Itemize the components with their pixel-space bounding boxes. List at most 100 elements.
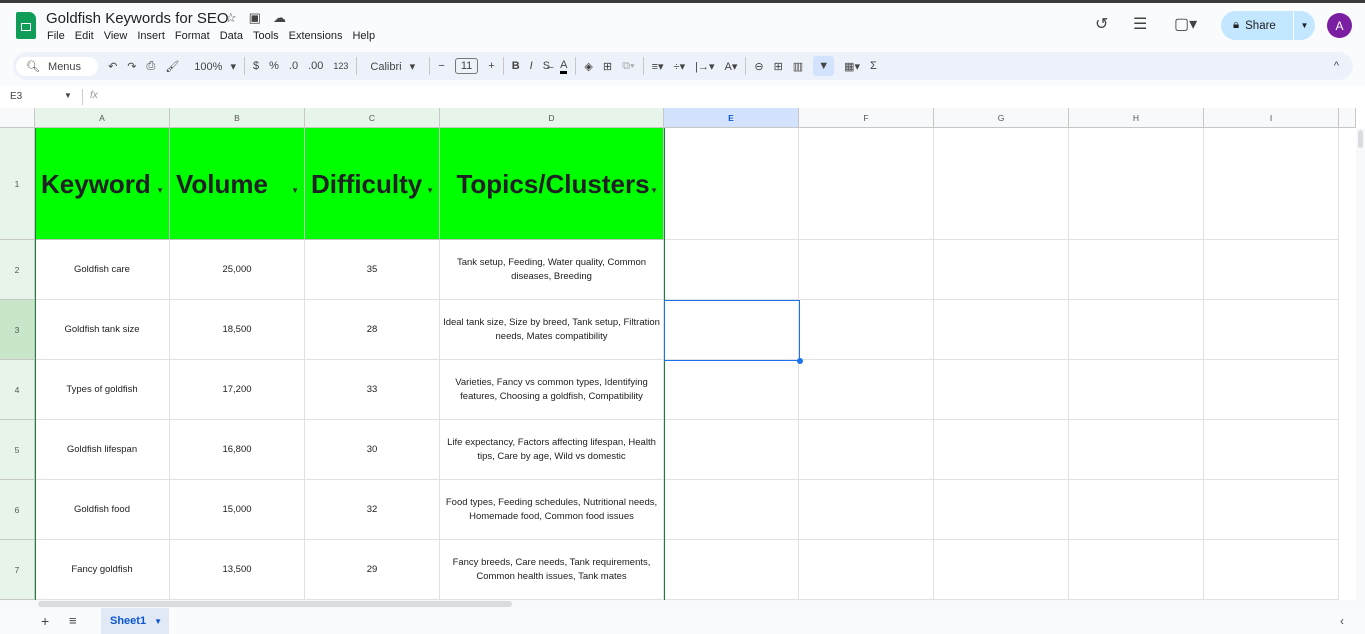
- cell-g5[interactable]: [934, 420, 1069, 480]
- cell-f2[interactable]: [799, 240, 934, 300]
- horizontal-align-icon[interactable]: ≡▾: [652, 60, 664, 73]
- cell-c4[interactable]: 33: [305, 360, 440, 420]
- strikethrough-icon[interactable]: S̶: [543, 60, 550, 72]
- share-button[interactable]: 🔒︎ Share ▼: [1221, 11, 1315, 40]
- print-icon[interactable]: ⎙: [147, 60, 156, 73]
- menu-extensions[interactable]: Extensions: [289, 30, 343, 42]
- cell-d7[interactable]: Fancy breeds, Care needs, Tank requireme…: [440, 540, 664, 600]
- menu-tools[interactable]: Tools: [253, 30, 279, 42]
- row-header-3[interactable]: 3: [0, 300, 35, 360]
- menu-file[interactable]: File: [47, 30, 65, 42]
- cell-e4[interactable]: [664, 360, 799, 420]
- menu-insert[interactable]: Insert: [137, 30, 165, 42]
- row-header-1[interactable]: 1: [0, 128, 35, 240]
- header-cell-b[interactable]: Volume ▼: [170, 128, 305, 240]
- share-dropdown-icon[interactable]: ▼: [1293, 11, 1315, 40]
- row-header-2[interactable]: 2: [0, 240, 35, 300]
- cell-i4[interactable]: [1204, 360, 1339, 420]
- search-menus-button[interactable]: 🔍︎ Menus: [16, 56, 99, 76]
- font-size-decrease[interactable]: −: [438, 60, 444, 72]
- vertical-scroll-thumb[interactable]: [1358, 130, 1363, 148]
- filter-views-icon[interactable]: ▦▾: [844, 60, 860, 73]
- header-cell-a[interactable]: Keyword ▼: [35, 128, 170, 240]
- cell-g1[interactable]: [934, 128, 1069, 240]
- percent-button[interactable]: %: [269, 60, 279, 72]
- row-header-6[interactable]: 6: [0, 480, 35, 540]
- filter-dropdown-icon[interactable]: ▼: [650, 184, 658, 198]
- cell-h2[interactable]: [1069, 240, 1204, 300]
- name-box[interactable]: E3: [10, 91, 22, 102]
- font-size-increase[interactable]: +: [488, 60, 494, 72]
- fill-handle[interactable]: [797, 358, 803, 364]
- menu-help[interactable]: Help: [352, 30, 375, 42]
- decrease-decimal-button[interactable]: .0: [289, 60, 298, 72]
- explore-collapse-icon[interactable]: ‹: [1340, 614, 1344, 628]
- horizontal-scrollbar[interactable]: [0, 600, 1365, 608]
- italic-button[interactable]: I: [530, 60, 533, 72]
- cell-d5[interactable]: Life expectancy, Factors affecting lifes…: [440, 420, 664, 480]
- cell-g3[interactable]: [934, 300, 1069, 360]
- cell-b7[interactable]: 13,500: [170, 540, 305, 600]
- cell-a3[interactable]: Goldfish tank size: [35, 300, 170, 360]
- column-header-c[interactable]: C: [305, 108, 440, 128]
- cell-i3[interactable]: [1204, 300, 1339, 360]
- increase-decimal-button[interactable]: .00: [308, 60, 323, 72]
- paint-format-icon[interactable]: 🖌︎: [165, 60, 179, 73]
- font-select[interactable]: Calibri ▾: [365, 60, 421, 73]
- column-header-f[interactable]: F: [799, 108, 934, 128]
- cell-g2[interactable]: [934, 240, 1069, 300]
- text-rotation-icon[interactable]: A▾: [725, 60, 738, 73]
- filter-dropdown-icon[interactable]: ▼: [426, 184, 434, 198]
- column-header-i[interactable]: I: [1204, 108, 1339, 128]
- cell-i5[interactable]: [1204, 420, 1339, 480]
- bold-button[interactable]: B: [512, 60, 520, 72]
- tab-dropdown-icon[interactable]: ▼: [154, 617, 162, 626]
- name-box-dropdown-icon[interactable]: ▼: [64, 91, 72, 100]
- row-header-7[interactable]: 7: [0, 540, 35, 600]
- text-wrap-icon[interactable]: |→▾: [695, 60, 714, 73]
- document-title[interactable]: Goldfish Keywords for SEO: [46, 10, 229, 27]
- number-format-button[interactable]: 123: [333, 61, 348, 71]
- column-header-a[interactable]: A: [35, 108, 170, 128]
- comments-icon[interactable]: ☰: [1133, 14, 1147, 34]
- cell-e1[interactable]: [664, 128, 799, 240]
- cell-i7[interactable]: [1204, 540, 1339, 600]
- cell-e2[interactable]: [664, 240, 799, 300]
- redo-icon[interactable]: ↷: [127, 60, 136, 73]
- menu-view[interactable]: View: [104, 30, 128, 42]
- cell-f1[interactable]: [799, 128, 934, 240]
- cell-f3[interactable]: [799, 300, 934, 360]
- menu-edit[interactable]: Edit: [75, 30, 94, 42]
- cell-f5[interactable]: [799, 420, 934, 480]
- move-folder-icon[interactable]: ▣: [249, 10, 261, 26]
- cell-d3[interactable]: Ideal tank size, Size by breed, Tank set…: [440, 300, 664, 360]
- cell-i1[interactable]: [1204, 128, 1339, 240]
- cell-f6[interactable]: [799, 480, 934, 540]
- vertical-align-icon[interactable]: ÷▾: [674, 60, 686, 73]
- horizontal-scroll-thumb[interactable]: [38, 601, 512, 607]
- cell-b6[interactable]: 15,000: [170, 480, 305, 540]
- cell-b5[interactable]: 16,800: [170, 420, 305, 480]
- cell-c2[interactable]: 35: [305, 240, 440, 300]
- chart-icon[interactable]: ▥: [793, 60, 803, 73]
- cell-h3[interactable]: [1069, 300, 1204, 360]
- cell-i2[interactable]: [1204, 240, 1339, 300]
- merge-cells-icon[interactable]: ⧉▾: [622, 60, 634, 73]
- cell-a4[interactable]: Types of goldfish: [35, 360, 170, 420]
- cell-g7[interactable]: [934, 540, 1069, 600]
- cell-h5[interactable]: [1069, 420, 1204, 480]
- meet-video-icon[interactable]: ▢▾: [1174, 14, 1197, 34]
- row-header-4[interactable]: 4: [0, 360, 35, 420]
- menu-format[interactable]: Format: [175, 30, 210, 42]
- cloud-status-icon[interactable]: ☁: [273, 10, 286, 26]
- undo-icon[interactable]: ↶: [108, 60, 117, 73]
- sheets-logo-icon[interactable]: [16, 12, 36, 39]
- cell-d6[interactable]: Food types, Feeding schedules, Nutrition…: [440, 480, 664, 540]
- fill-color-icon[interactable]: ◈: [584, 60, 592, 73]
- currency-button[interactable]: $: [253, 60, 259, 72]
- cell-g4[interactable]: [934, 360, 1069, 420]
- cell-d4[interactable]: Varieties, Fancy vs common types, Identi…: [440, 360, 664, 420]
- cell-b4[interactable]: 17,200: [170, 360, 305, 420]
- cell-c7[interactable]: 29: [305, 540, 440, 600]
- column-header-e[interactable]: E: [664, 108, 799, 128]
